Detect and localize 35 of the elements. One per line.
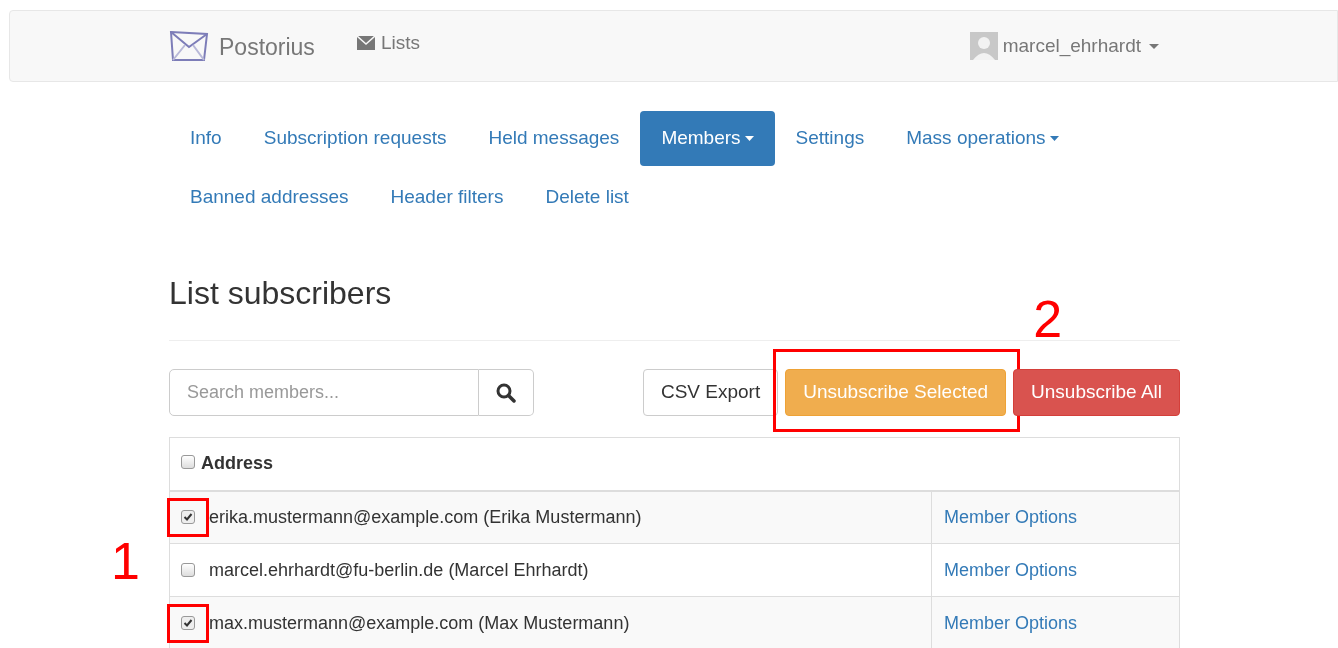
tab[interactable]: Delete list	[524, 170, 650, 225]
checkbox[interactable]	[181, 616, 195, 630]
tab[interactable]: Members	[640, 111, 775, 166]
avatar-icon	[969, 32, 998, 60]
search-field[interactable]: Search members...	[169, 369, 479, 416]
member-options-link[interactable]: Member Options	[944, 506, 1078, 527]
member-address: marcel.ehrhardt@fu-berlin.de (Marcel Ehrhardt)	[209, 558, 589, 582]
column-header: Address	[201, 452, 274, 476]
tab[interactable]: Header filters	[369, 170, 525, 225]
tab[interactable]: Subscription requests	[242, 111, 468, 166]
tab[interactable]: Banned addresses	[169, 170, 370, 225]
action-button[interactable]: Unsubscribe All	[1013, 369, 1180, 416]
envelope-logo-icon	[169, 29, 209, 63]
nav-link[interactable]: Lists	[356, 28, 420, 58]
user-menu[interactable]: marcel_ehrhardt	[1002, 31, 1159, 61]
checkbox[interactable]	[181, 510, 195, 525]
action-button[interactable]: CSV Export	[642, 369, 779, 416]
tab[interactable]: Mass operations	[885, 111, 1080, 166]
caret-icon	[1149, 43, 1159, 49]
annotation-number: 2	[1033, 293, 1063, 345]
brand-link[interactable]: Postorius	[219, 29, 315, 65]
checkbox[interactable]	[181, 563, 195, 577]
envelope-icon	[356, 36, 375, 50]
member-address: erika.mustermann@example.com (Erika Mustermann)	[209, 505, 642, 529]
member-address: max.mustermann@example.com (Max Mustermann)	[209, 611, 630, 635]
member-options-link[interactable]: Member Options	[944, 612, 1078, 633]
page-heading: List subscribers	[169, 274, 393, 313]
search-button[interactable]	[479, 369, 534, 416]
tab[interactable]: Settings	[774, 111, 886, 166]
member-options-link[interactable]: Member Options	[944, 559, 1078, 580]
tab[interactable]: Held messages	[467, 111, 641, 166]
annotation-number: 1	[111, 534, 140, 587]
checkbox[interactable]	[181, 455, 195, 470]
search-icon	[496, 382, 516, 403]
tab[interactable]: Info	[169, 111, 243, 166]
